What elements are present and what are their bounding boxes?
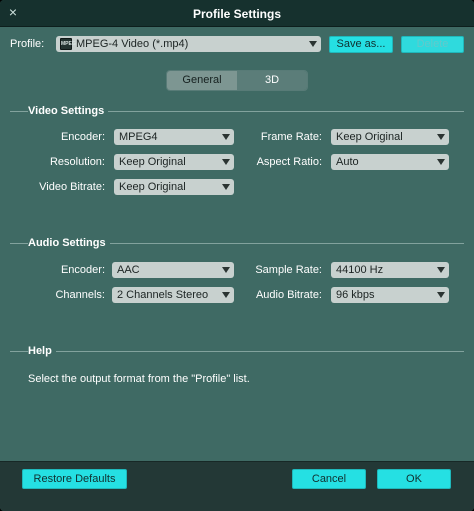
audio-bitrate-label: Audio Bitrate: xyxy=(255,289,322,301)
chevron-down-icon xyxy=(222,292,230,298)
audio-bitrate-value: 96 kbps xyxy=(336,289,375,301)
video-settings-title: Video Settings xyxy=(28,105,109,117)
audio-bitrate-select[interactable]: 96 kbps xyxy=(331,287,449,303)
frame-rate-value: Keep Original xyxy=(336,131,403,143)
resolution-value: Keep Original xyxy=(119,156,186,168)
delete-button[interactable]: Delete xyxy=(401,36,464,53)
tab-3d[interactable]: 3D xyxy=(237,71,307,90)
sample-rate-label: Sample Rate: xyxy=(255,264,322,276)
channels-value: 2 Channels Stereo xyxy=(117,289,209,301)
sample-rate-select[interactable]: 44100 Hz xyxy=(331,262,449,278)
video-bitrate-value: Keep Original xyxy=(119,181,186,193)
video-encoder-label: Encoder: xyxy=(60,131,105,143)
video-encoder-value: MPEG4 xyxy=(119,131,158,143)
video-encoder-select[interactable]: MPEG4 xyxy=(114,129,234,145)
window-title: Profile Settings xyxy=(192,7,281,21)
ok-button[interactable]: OK xyxy=(377,469,451,489)
chevron-down-icon xyxy=(222,267,230,273)
aspect-ratio-value: Auto xyxy=(336,156,359,168)
channels-label: Channels: xyxy=(55,289,105,301)
sample-rate-value: 44100 Hz xyxy=(336,264,384,276)
frame-rate-label: Frame Rate: xyxy=(260,131,322,143)
audio-encoder-select[interactable]: AAC xyxy=(112,262,234,278)
video-bitrate-label: Video Bitrate: xyxy=(39,181,105,193)
settings-tabs: General 3D xyxy=(166,70,308,91)
restore-defaults-button[interactable]: Restore Defaults xyxy=(22,469,127,489)
save-as-button[interactable]: Save as... xyxy=(329,36,393,53)
chevron-down-icon xyxy=(437,159,445,165)
tab-general[interactable]: General xyxy=(167,71,237,90)
video-bitrate-select[interactable]: Keep Original xyxy=(114,179,234,195)
aspect-ratio-label: Aspect Ratio: xyxy=(256,156,322,168)
help-section-rule xyxy=(10,351,464,352)
chevron-down-icon xyxy=(437,292,445,298)
help-title: Help xyxy=(28,345,56,357)
file-format-icon: MPEG xyxy=(60,38,76,50)
frame-rate-select[interactable]: Keep Original xyxy=(331,129,449,145)
profile-select[interactable]: MPEG MPEG-4 Video (*.mp4) xyxy=(56,36,321,52)
channels-select[interactable]: 2 Channels Stereo xyxy=(112,287,234,303)
audio-settings-title: Audio Settings xyxy=(28,237,110,249)
chevron-down-icon xyxy=(309,41,317,47)
resolution-select[interactable]: Keep Original xyxy=(114,154,234,170)
chevron-down-icon xyxy=(437,134,445,140)
audio-encoder-value: AAC xyxy=(117,264,140,276)
help-text: Select the output format from the "Profi… xyxy=(28,373,250,385)
resolution-label: Resolution: xyxy=(49,156,105,168)
profile-settings-window: × Profile Settings Profile: MPEG MPEG-4 … xyxy=(0,0,474,511)
footer-bar: Restore Defaults Cancel OK xyxy=(0,461,474,511)
cancel-button[interactable]: Cancel xyxy=(292,469,366,489)
chevron-down-icon xyxy=(437,267,445,273)
chevron-down-icon xyxy=(222,134,230,140)
aspect-ratio-select[interactable]: Auto xyxy=(331,154,449,170)
profile-value: MPEG-4 Video (*.mp4) xyxy=(76,38,189,50)
profile-label: Profile: xyxy=(10,38,45,50)
title-bar: × Profile Settings xyxy=(0,0,474,27)
audio-encoder-label: Encoder: xyxy=(60,264,105,276)
chevron-down-icon xyxy=(222,184,230,190)
chevron-down-icon xyxy=(222,159,230,165)
